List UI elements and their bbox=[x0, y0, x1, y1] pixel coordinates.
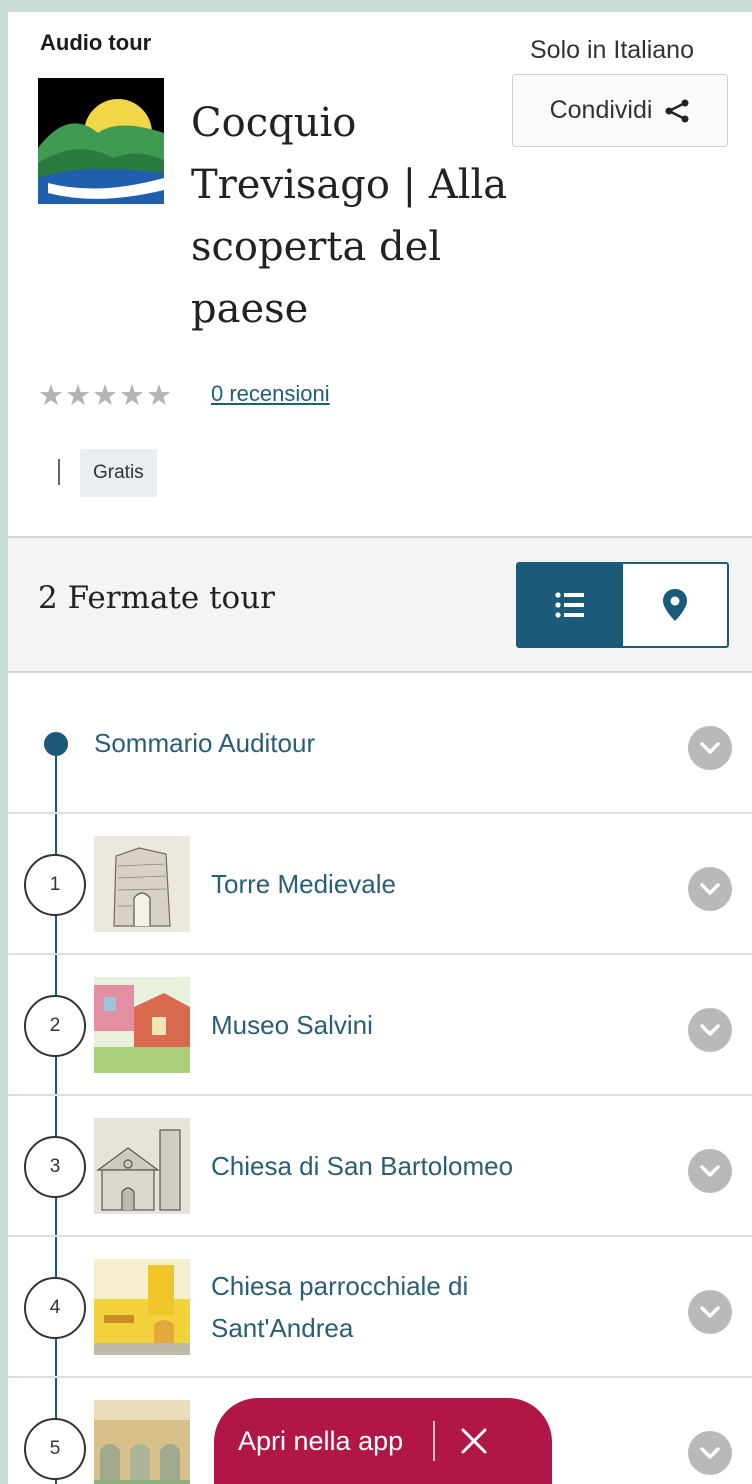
chevron-down-icon[interactable] bbox=[688, 1431, 732, 1475]
map-pin-icon bbox=[662, 589, 687, 621]
stop-row[interactable]: 2 Museo Salvini bbox=[8, 955, 752, 1096]
star-icon: ★ bbox=[119, 380, 145, 412]
chevron-down-icon[interactable] bbox=[688, 726, 732, 770]
divider bbox=[433, 1421, 436, 1461]
open-in-app-banner[interactable]: Apri nella app bbox=[214, 1398, 552, 1484]
price-badge: Gratis bbox=[80, 449, 157, 497]
list-icon bbox=[555, 592, 585, 618]
language-note: Solo in Italiano bbox=[529, 36, 694, 64]
share-icon bbox=[665, 99, 689, 122]
stop-number-badge: 4 bbox=[24, 1277, 86, 1339]
stop-label[interactable]: Sommario Auditour bbox=[94, 722, 315, 764]
stop-label[interactable]: Torre Medievale bbox=[211, 863, 396, 905]
map-view-button[interactable] bbox=[623, 564, 728, 646]
share-button-label: Condividi bbox=[549, 96, 653, 124]
stops-count-title: 2 Fermate tour bbox=[38, 580, 275, 616]
stop-thumbnail bbox=[94, 1259, 190, 1355]
divider bbox=[58, 459, 60, 485]
stop-number-badge: 2 bbox=[24, 995, 86, 1057]
tour-type-label: Audio tour bbox=[40, 30, 152, 55]
chevron-down-icon[interactable] bbox=[688, 1008, 732, 1052]
stop-label[interactable]: Chiesa di San Bartolomeo bbox=[211, 1145, 513, 1187]
share-button[interactable]: Condividi bbox=[512, 74, 728, 147]
stop-thumbnail bbox=[94, 836, 190, 932]
stop-number-badge: 3 bbox=[24, 1136, 86, 1198]
stops-header: 2 Fermate tour bbox=[8, 536, 752, 673]
tour-title: Cocquio Trevisago | Alla scoperta del pa… bbox=[191, 100, 508, 332]
rating-stars: ★ ★ ★ ★ ★ bbox=[38, 378, 172, 413]
stop-thumbnail bbox=[94, 1400, 190, 1484]
tour-logo bbox=[38, 78, 164, 204]
star-icon: ★ bbox=[65, 380, 91, 412]
list-view-button[interactable] bbox=[518, 564, 623, 646]
stop-number-badge: 1 bbox=[24, 854, 86, 916]
star-icon: ★ bbox=[92, 380, 118, 412]
stop-label[interactable]: Museo Salvini bbox=[211, 1004, 373, 1046]
star-icon: ★ bbox=[38, 380, 64, 412]
chevron-down-icon[interactable] bbox=[688, 1149, 732, 1193]
stop-label[interactable]: Chiesa parrocchiale di Sant'Andrea bbox=[211, 1265, 541, 1349]
chevron-down-icon[interactable] bbox=[688, 1290, 732, 1334]
reviews-link[interactable]: 0 recensioni bbox=[211, 381, 330, 407]
timeline-dot bbox=[44, 732, 68, 756]
stop-row-summary[interactable]: Sommario Auditour bbox=[8, 673, 752, 814]
star-icon: ★ bbox=[146, 380, 172, 412]
chevron-down-icon[interactable] bbox=[688, 867, 732, 911]
stop-row[interactable]: 4 Chiesa parrocchiale di Sant'Andrea bbox=[8, 1237, 752, 1378]
tour-page: Audio tour Solo in Italiano Condividi Co… bbox=[8, 12, 752, 1484]
close-icon[interactable] bbox=[459, 1426, 489, 1456]
stop-number-badge: 5 bbox=[24, 1418, 86, 1480]
stop-row[interactable]: 3 Chiesa di San Bartolomeo bbox=[8, 1096, 752, 1237]
stop-thumbnail bbox=[94, 977, 190, 1073]
view-toggle bbox=[516, 562, 729, 648]
stop-row[interactable]: 1 Torre Medievale bbox=[8, 814, 752, 955]
open-in-app-label[interactable]: Apri nella app bbox=[238, 1426, 403, 1457]
stop-thumbnail bbox=[94, 1118, 190, 1214]
